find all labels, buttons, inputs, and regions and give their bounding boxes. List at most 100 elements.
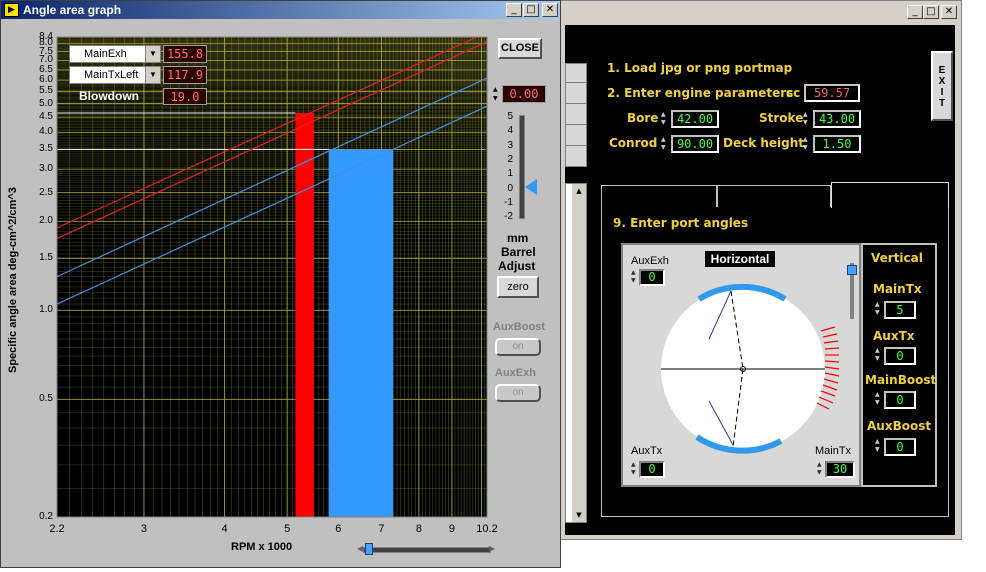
barrel-adjust-value[interactable]: 0.00	[502, 85, 546, 103]
series1-value: 155.8	[163, 45, 207, 63]
barrel-scale-label: 2	[507, 153, 513, 165]
x-tick-label: 9	[448, 523, 455, 535]
y-tick-label: 6.0	[39, 74, 53, 86]
v-mainboost-field[interactable]: 0	[884, 391, 916, 409]
auxtx-h-label: AuxTx	[631, 445, 663, 457]
series1-dropdown[interactable]: MainExh ▼	[69, 45, 161, 63]
deck-height-label: Deck height	[723, 136, 805, 150]
deck-spinner[interactable]: ▲ ▼	[803, 136, 811, 152]
exit-button[interactable]: EXIT	[931, 51, 953, 121]
barrel-scale-label: 0	[507, 182, 513, 194]
maintx-h-field[interactable]: 30	[825, 461, 855, 478]
v-maintx-spinner[interactable]: ▲ ▼	[875, 301, 883, 317]
step1-label: 1. Load jpg or png portmap	[607, 61, 793, 75]
auxexh-h-spinner[interactable]: ▲ ▼	[631, 269, 639, 285]
barrel-scale-label: 4	[507, 125, 513, 137]
x-axis-label: RPM x 1000	[231, 541, 293, 553]
maximize-button[interactable]: □	[523, 3, 539, 17]
x-tick-label: 8	[415, 523, 422, 535]
barrel-scale-label: 5	[507, 111, 513, 122]
v-mainboost-spinner[interactable]: ▲ ▼	[875, 391, 883, 407]
v-maintx-label: MainTx	[873, 282, 922, 296]
conrod-field[interactable]: 90.00	[671, 135, 719, 153]
barrel-label: Barrel	[501, 245, 536, 259]
maintx-h-label: MainTx	[815, 445, 852, 457]
list-scrollbar[interactable]: ▲ ▼	[572, 184, 586, 522]
tab-3-active[interactable]	[831, 182, 949, 208]
auxexh-toggle[interactable]: on	[495, 384, 541, 402]
close-window-button[interactable]: ✕	[941, 5, 957, 19]
v-auxtx-field[interactable]: 0	[884, 347, 916, 365]
front-window-titlebar: ▶ Angle area graph _ □ ✕	[1, 1, 560, 19]
slider-thumb[interactable]	[847, 265, 857, 275]
back-window-titlebar: _ □ ✕	[561, 1, 961, 23]
v-auxboost-spinner[interactable]: ▲ ▼	[875, 438, 883, 454]
chevron-down-icon[interactable]: ▼	[145, 67, 160, 83]
auxexh-h-label: AuxExh	[631, 255, 669, 267]
auxtx-h-spinner[interactable]: ▲ ▼	[631, 461, 639, 477]
slider-left-icon[interactable]: ◀	[357, 544, 363, 554]
v-auxboost-field[interactable]: 0	[884, 438, 916, 456]
angle-area-window: ▶ Angle area graph _ □ ✕ Specific angle …	[0, 0, 561, 568]
vertical-port-panel: Vertical MainTx ▲ ▼ 5 AuxTx ▲ ▼ 0 MainBoos…	[861, 243, 937, 487]
rpm-slider-thumb[interactable]	[365, 543, 373, 555]
barrel-scale-label: -2	[504, 211, 513, 223]
bore-spinner[interactable]: ▲ ▼	[661, 111, 669, 127]
conrod-label: Conrod	[609, 136, 658, 150]
close-button[interactable]: CLOSE	[498, 38, 542, 59]
barrel-unit: mm	[507, 231, 529, 245]
hidden-table-fragment	[565, 63, 587, 167]
series2-dropdown[interactable]: MainTxLeft ▼	[69, 66, 161, 84]
v-auxtx-spinner[interactable]: ▲ ▼	[875, 347, 883, 363]
tab-1[interactable]	[601, 185, 717, 207]
maintx-h-spinner[interactable]: ▲ ▼	[817, 461, 825, 477]
vertical-label: Vertical	[871, 251, 923, 265]
barrel-scale-label: 3	[507, 139, 513, 151]
deck-height-field[interactable]: 1.50	[813, 135, 861, 153]
maximize-button[interactable]: □	[923, 5, 939, 19]
barrel-slider-pointer[interactable]	[525, 179, 537, 195]
tab-2[interactable]	[717, 185, 831, 207]
barrel-adjust-slider[interactable]: 5 4 3 2 1 0 -1 -2	[495, 109, 545, 225]
x-tick-label: 2.2	[49, 523, 65, 535]
zero-button[interactable]: zero	[497, 276, 539, 298]
y-tick-label: 3.0	[39, 163, 53, 175]
v-maintx-field[interactable]: 5	[884, 301, 916, 319]
rpm-slider[interactable]: ◀ ▶	[357, 543, 495, 555]
hidden-list-fragment: ▲ ▼	[565, 183, 587, 523]
x-tick-label: 7	[378, 523, 385, 535]
series2-value: 117.9	[163, 66, 207, 84]
auxboost-toggle[interactable]: on	[495, 338, 541, 356]
conrod-spinner[interactable]: ▲ ▼	[661, 136, 669, 152]
port-map-window: _ □ ✕ ▲ ▼ 1. Load jpg or png portmap 2. …	[560, 0, 962, 540]
blowdown-label: Blowdown	[79, 89, 139, 103]
step2-label: 2. Enter engine parameters	[607, 86, 794, 100]
y-tick-label: 2.0	[39, 215, 53, 227]
x-tick-label: 6	[335, 523, 342, 535]
auxtx-h-field[interactable]: 0	[639, 461, 665, 478]
v-auxtx-label: AuxTx	[873, 329, 915, 343]
v-mainboost-label: MainBoost	[865, 373, 937, 387]
back-panel: ▲ ▼ 1. Load jpg or png portmap 2. Enter …	[565, 25, 955, 535]
stroke-field[interactable]: 43.00	[813, 110, 861, 128]
y-tick-label: 5.0	[39, 97, 53, 109]
scroll-down-icon[interactable]: ▼	[572, 508, 586, 522]
stroke-label: Stroke	[759, 111, 804, 125]
stroke-spinner[interactable]: ▲ ▼	[803, 111, 811, 127]
scroll-up-icon[interactable]: ▲	[572, 184, 586, 198]
minimize-button[interactable]: _	[506, 3, 522, 17]
chevron-down-icon[interactable]: ▼	[145, 46, 160, 62]
slider-right-icon[interactable]: ▶	[489, 544, 495, 554]
exit-label: EXIT	[938, 65, 946, 109]
cc-value: 59.57	[804, 84, 860, 102]
bore-field[interactable]: 42.00	[671, 110, 719, 128]
y-tick-label: 4.0	[39, 126, 53, 138]
series1-dropdown-value: MainExh	[84, 48, 127, 60]
x-tick-label: 10.2	[476, 523, 498, 535]
minimize-button[interactable]: _	[907, 5, 923, 19]
close-window-button[interactable]: ✕	[542, 3, 558, 17]
barrel-slider-track[interactable]	[519, 115, 525, 219]
barrel-spinner[interactable]: ▲ ▼	[493, 85, 501, 103]
x-tick-label: 5	[284, 523, 291, 535]
series2-dropdown-value: MainTxLeft	[84, 69, 139, 81]
